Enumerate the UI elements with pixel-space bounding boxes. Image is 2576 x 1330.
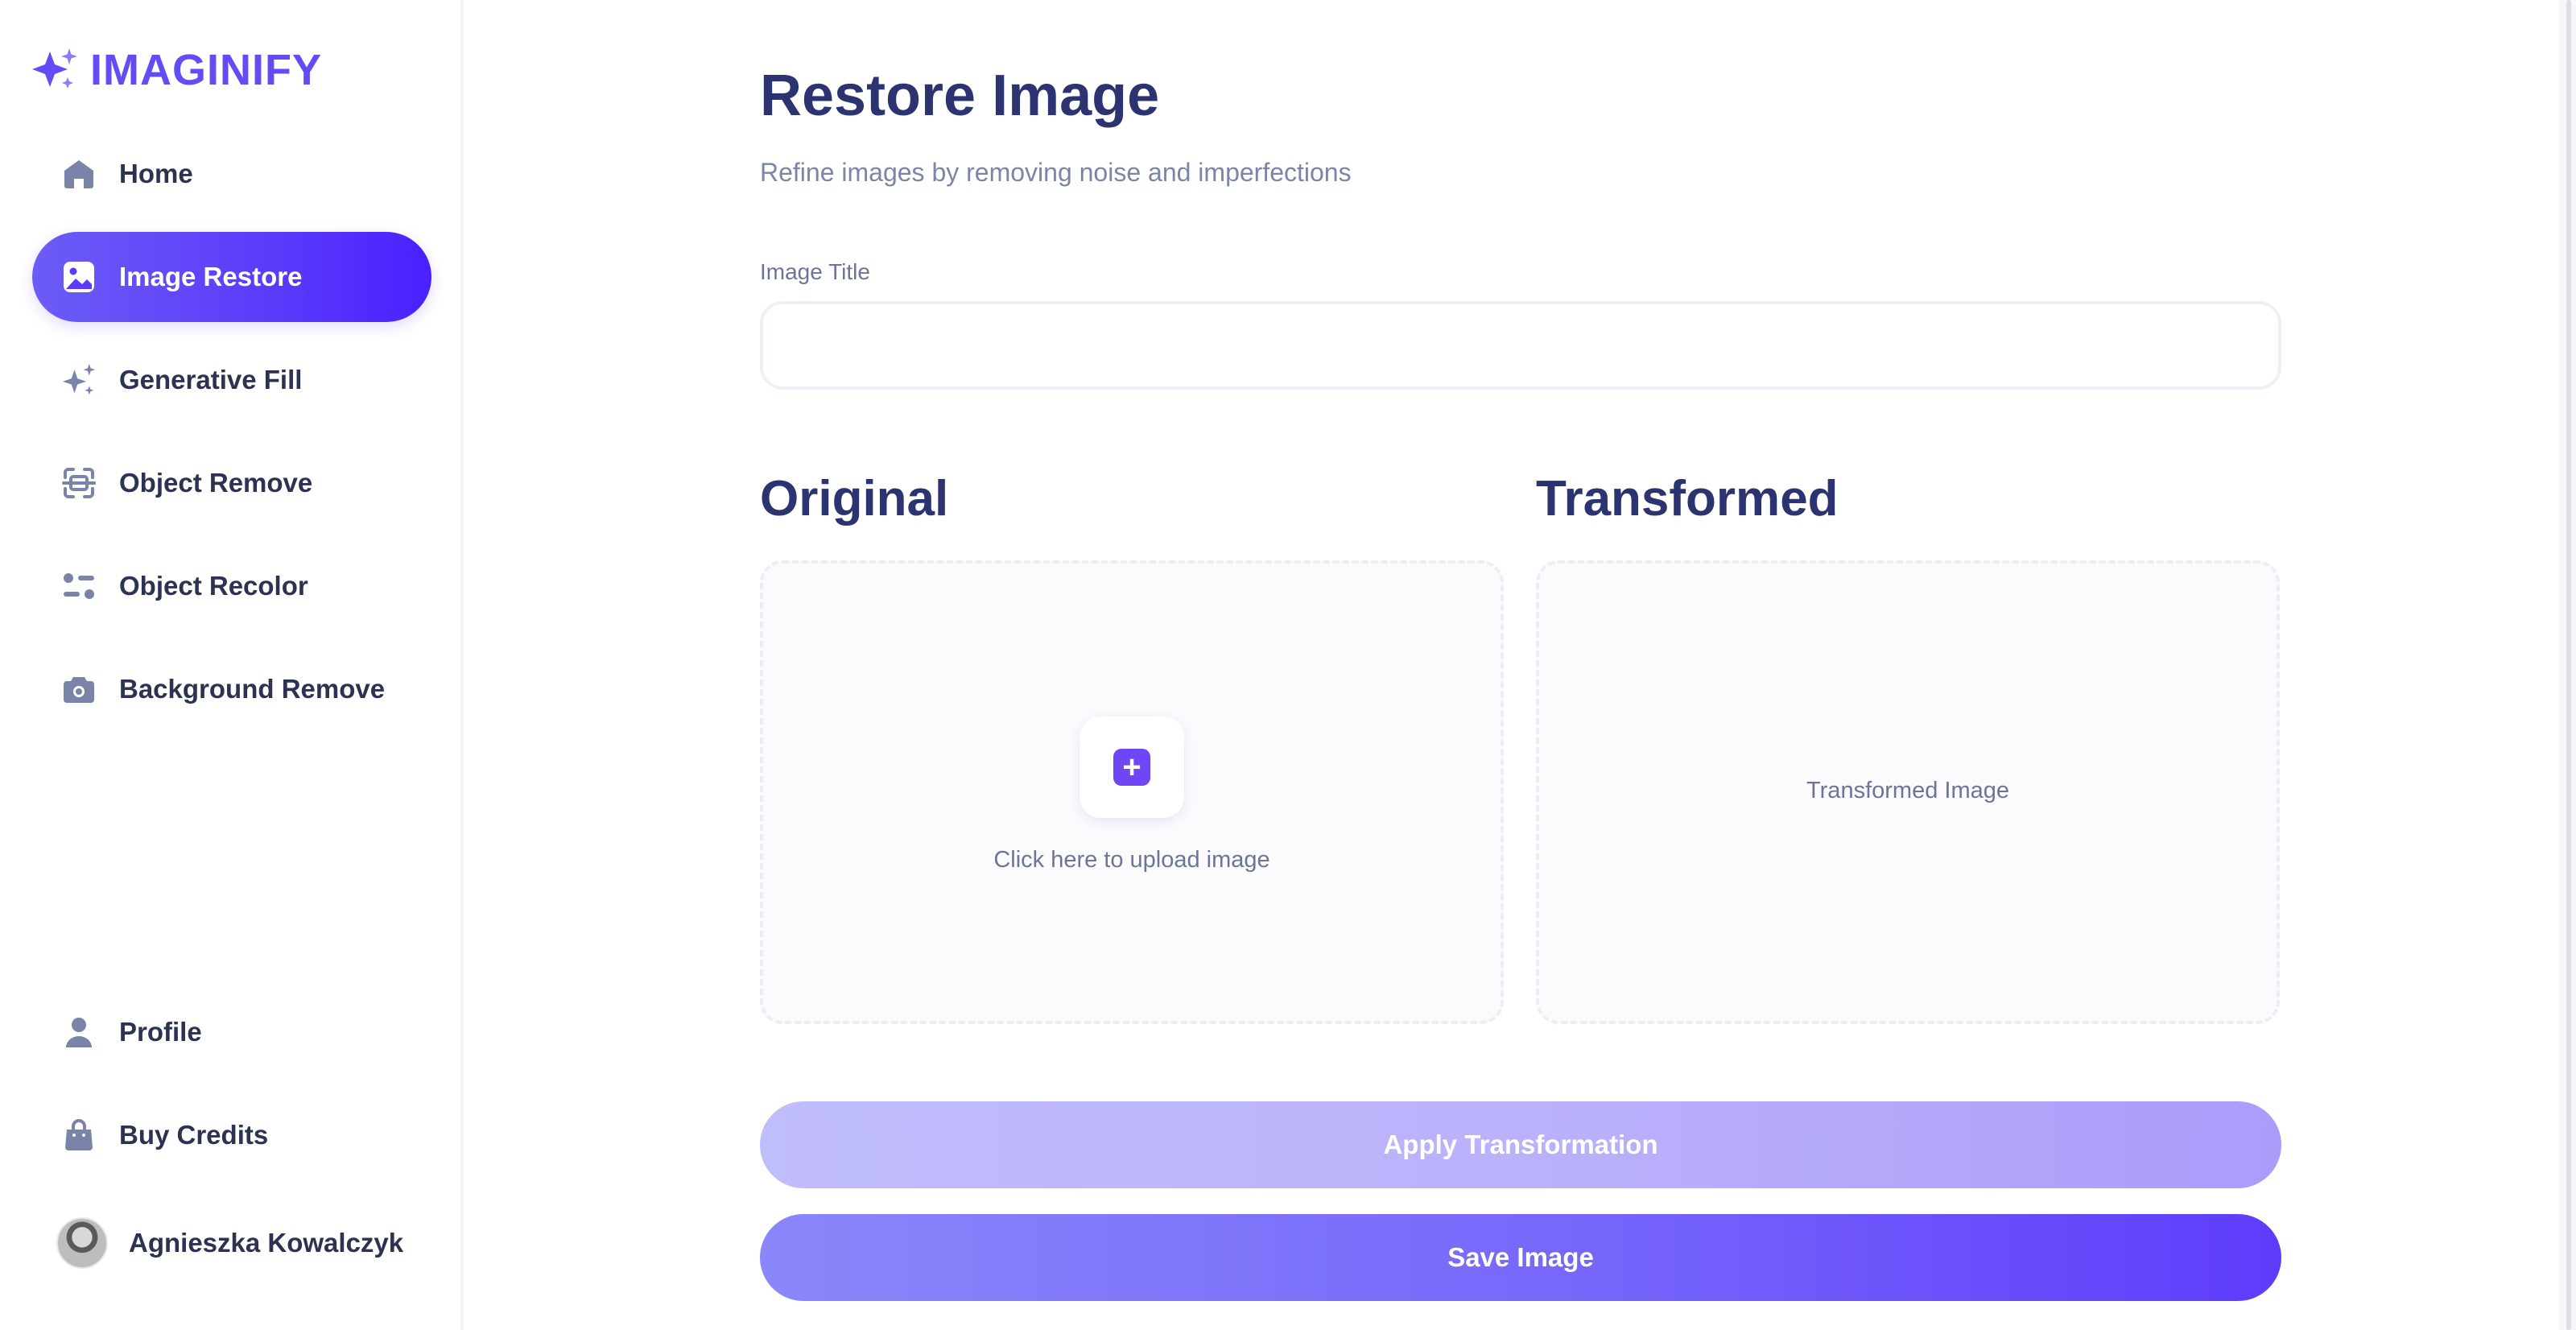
stars-icon [61,362,97,398]
sidebar-item-label: Home [119,159,193,188]
sidebar-item-home[interactable]: Home [32,129,431,219]
user-name: Agnieszka Kowalczyk [129,1228,404,1258]
sidebar-item-label: Profile [119,1017,202,1047]
transformed-image-panel: Transformed Image [1536,560,2280,1024]
sidebar-item-label: Object Recolor [119,571,308,601]
plus-icon: + [1113,749,1150,786]
camera-icon [61,671,97,707]
home-icon [61,156,97,192]
image-title-input[interactable] [760,301,2281,390]
page-subtitle: Refine images by removing noise and impe… [760,158,1352,187]
upload-hint: Click here to upload image [993,847,1270,873]
sidebar-item-generative-fill[interactable]: Generative Fill [32,335,431,425]
sparkles-icon [32,48,77,89]
sidebar-item-object-remove[interactable]: Object Remove [32,438,431,528]
page-title: Restore Image [760,64,1160,128]
sidebar-item-label: Image Restore [119,262,303,291]
upload-button[interactable]: + [1080,717,1184,818]
sidebar-item-background-remove[interactable]: Background Remove [32,644,431,734]
main-content: Restore Image Refine images by removing … [467,0,2576,1330]
bag-icon [61,1117,97,1153]
original-heading: Original [760,471,949,527]
app-name: IMAGINIFY [90,46,322,94]
save-image-button[interactable]: Save Image [760,1214,2281,1301]
scan-icon [61,465,97,501]
avatar[interactable] [56,1217,108,1269]
sidebar-item-profile[interactable]: Profile [32,987,431,1077]
sidebar-item-label: Background Remove [119,674,386,704]
sidebar: IMAGINIFY Home Image Restore Generative [0,0,464,1330]
apply-transformation-button[interactable]: Apply Transformation [760,1101,2281,1188]
filter-icon [61,568,97,604]
sidebar-item-buy-credits[interactable]: Buy Credits [32,1090,431,1180]
scrollbar[interactable] [2558,0,2576,1330]
user-icon [61,1014,97,1050]
sidebar-item-label: Buy Credits [119,1120,269,1150]
image-title-label: Image Title [760,259,870,284]
upload-dropzone[interactable]: + Click here to upload image [760,560,1504,1024]
sidebar-item-label: Object Remove [119,468,313,498]
transformed-placeholder: Transformed Image [1806,778,2009,803]
sidebar-item-object-recolor[interactable]: Object Recolor [32,541,431,631]
user-profile[interactable]: Agnieszka Kowalczyk [56,1217,403,1269]
app-logo[interactable]: IMAGINIFY [32,45,322,95]
image-icon [61,259,97,295]
scrollbar-thumb[interactable] [2566,0,2571,1330]
sidebar-item-image-restore[interactable]: Image Restore [32,232,431,322]
sidebar-item-label: Generative Fill [119,365,303,394]
transformed-heading: Transformed [1536,471,1839,527]
